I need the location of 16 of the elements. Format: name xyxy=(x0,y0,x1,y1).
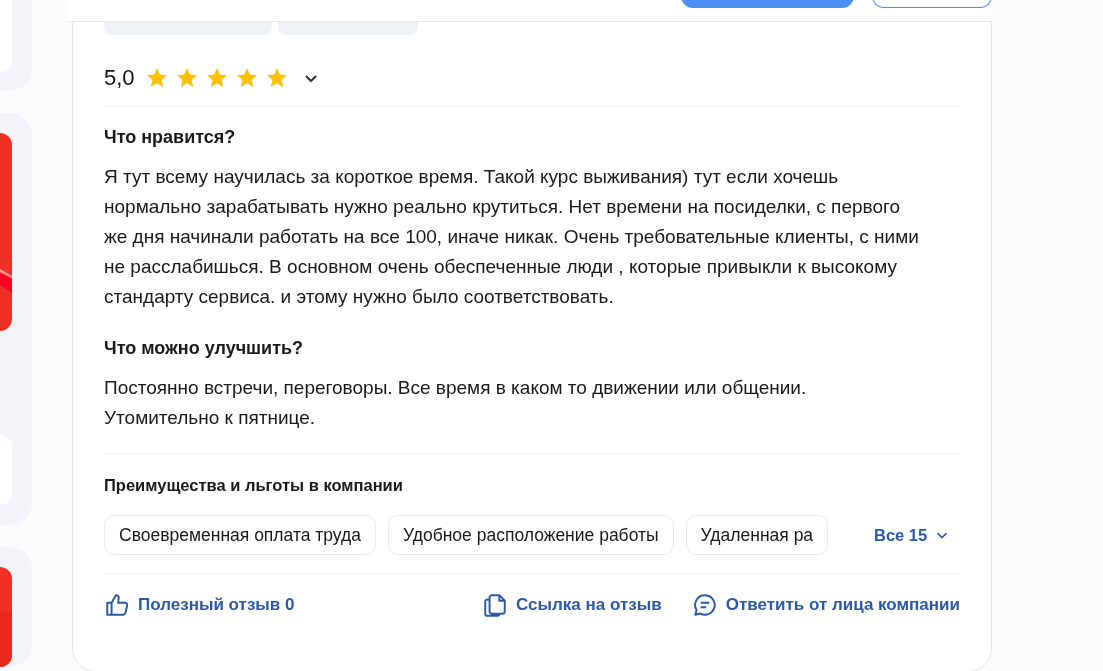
section-heading: Что нравится? xyxy=(104,127,237,148)
benefit-tag: Удаленная ра xyxy=(685,515,828,555)
section-heading: Что можно улучшить? xyxy=(104,338,305,359)
review-text: Я тут всему научилась за короткое время. Такой курс выживания) тут если хочешь нормально зарабатывать нужно реально крутиться. Нет времени на посиделки, с первого же дня начинали работать на все 100, иначе никак. Очень требовательные клиенты, с ними не расслабишься. В основном очень обеспеченные люди , которые привыкли к высокому стандарту сервиса. и этому нужно было соответствовать. xyxy=(104,165,919,309)
show-all-button[interactable]: Все 15 xyxy=(874,525,950,545)
action-link[interactable]: Полезный отзыв 0 xyxy=(104,592,295,618)
chat-bubble-icon xyxy=(691,592,718,618)
action-link[interactable]: Ссылка на отзыв xyxy=(482,592,662,618)
rating-value: 5,0 xyxy=(104,65,135,91)
benefit-tag: Своевременная оплата труда xyxy=(104,515,376,555)
action-link[interactable]: Ответить от лица компании xyxy=(691,592,960,618)
copy-icon xyxy=(482,592,509,618)
review-text: Постоянно встречи, переговоры. Все время в каком то движении или общении. Утомительно к пятнице. xyxy=(104,376,808,430)
thumbs-up-icon xyxy=(104,592,130,618)
section-heading: Преимущества и льготы в компании xyxy=(104,476,404,495)
benefit-tag: Удобное расположение работы xyxy=(388,515,674,555)
